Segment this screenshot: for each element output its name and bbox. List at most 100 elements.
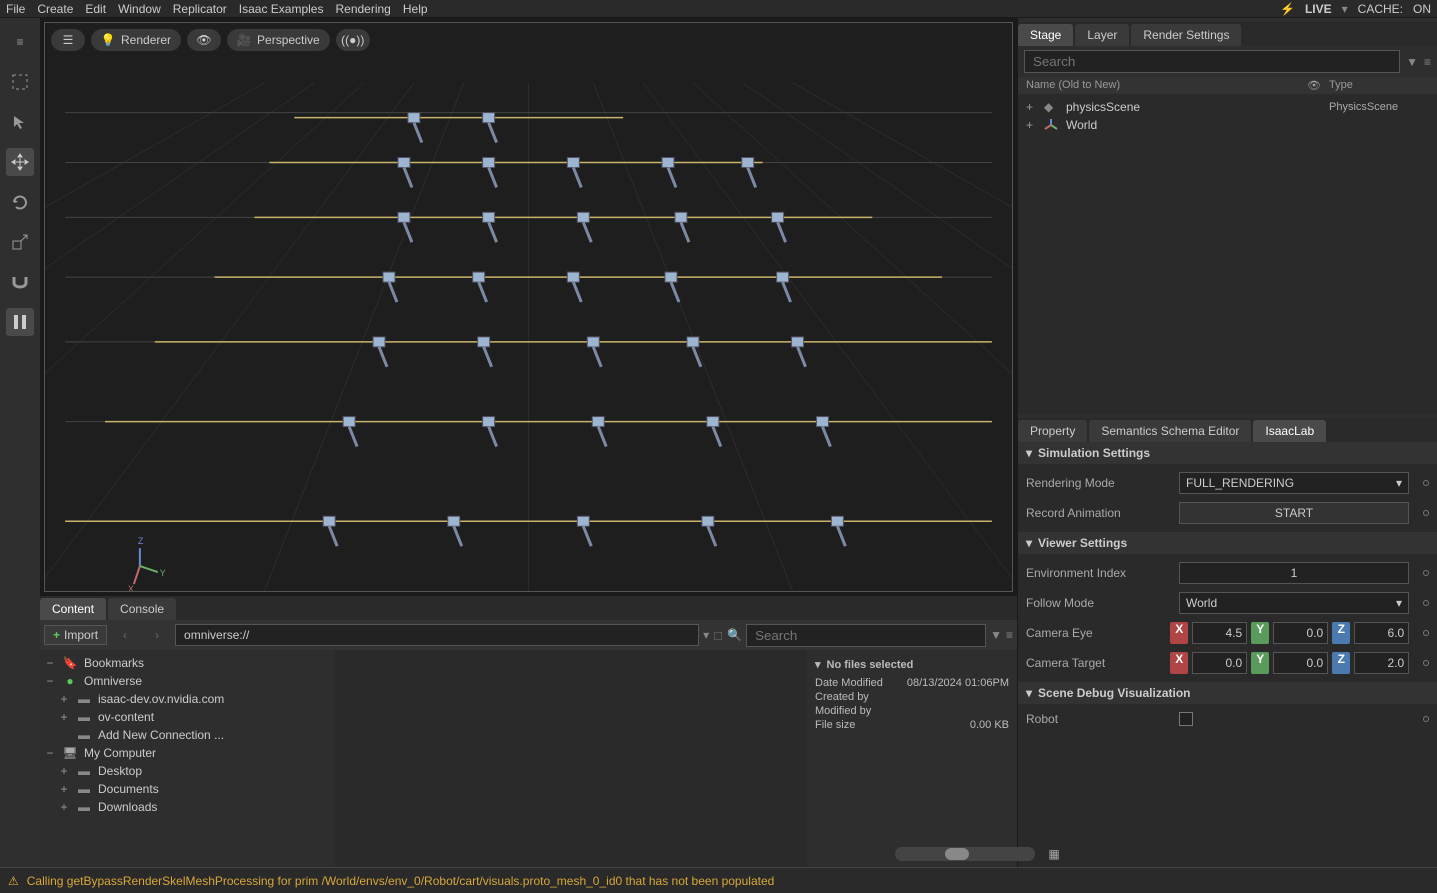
menu-file[interactable]: File [6,2,25,16]
content-tree: −🔖Bookmarks −●Omniverse +▬isaac-dev.ov.n… [40,650,335,867]
file-browser[interactable]: ▦ [335,650,807,867]
stage-search-input[interactable] [1024,50,1400,73]
stage-header: Name (Old to New) 👁 Type [1018,77,1437,94]
live-indicator[interactable]: LIVE [1305,2,1332,16]
menu-create[interactable]: Create [37,2,73,16]
menu-rendering[interactable]: Rendering [335,2,390,16]
camera-eye-x[interactable]: 4.5 [1192,622,1247,644]
path-chevron-icon[interactable]: ▾ [703,628,709,642]
tab-render-settings[interactable]: Render Settings [1131,24,1241,46]
thumbnail-size-slider[interactable] [895,847,1035,861]
snap-tool[interactable] [6,268,34,296]
prim-icon: ◆ [1044,100,1060,114]
nav-forward-button[interactable]: › [143,621,171,649]
right-top-tabs: Stage Layer Render Settings [1018,22,1437,46]
tree-my-computer[interactable]: −🖥My Computer [40,744,335,762]
content-search-input[interactable] [746,624,986,647]
add-drive-icon: ▬ [76,728,92,742]
search-icon: 🔍 [727,628,742,642]
wave-button[interactable]: ((●)) [336,29,370,51]
camera-target-x[interactable]: 0.0 [1192,652,1247,674]
tab-content[interactable]: Content [40,598,106,620]
section-viewer-settings[interactable]: ▾Viewer Settings [1018,532,1437,554]
eye-column-icon: 👁 [1299,79,1329,92]
eye-button[interactable]: 👁 [187,29,221,51]
hamburger-tool[interactable]: ≡ [6,28,34,56]
tab-layer[interactable]: Layer [1075,24,1129,46]
robot-checkbox[interactable] [1179,712,1193,726]
tree-add-connection[interactable]: ▬Add New Connection ... [40,726,335,744]
tree-omniverse[interactable]: −●Omniverse [40,672,335,690]
reset-dot[interactable] [1423,660,1429,666]
stage-row-physicsscene[interactable]: +◆ physicsScenePhysicsScene [1022,98,1433,116]
viewport-settings-button[interactable]: ☰ [51,29,85,51]
wave-icon: ((●)) [346,33,360,47]
env-index-label: Environment Index [1026,566,1171,580]
move-tool[interactable] [6,148,34,176]
menu-replicator[interactable]: Replicator [173,2,227,16]
content-toolbar: +Import ‹ › ▾ ◻ 🔍 ▼ ≡ [40,620,1017,650]
menu-isaac-examples[interactable]: Isaac Examples [239,2,324,16]
cache-value[interactable]: ON [1413,2,1431,16]
renderer-button[interactable]: 💡Renderer [91,29,181,51]
options-icon[interactable]: ≡ [1006,628,1013,642]
tree-desktop[interactable]: +▬Desktop [40,762,335,780]
camera-eye-label: Camera Eye [1026,626,1162,640]
filter-icon[interactable]: ▼ [990,628,1002,642]
tab-console[interactable]: Console [108,598,176,620]
rotate-tool[interactable] [6,188,34,216]
camera-target-z[interactable]: 2.0 [1354,652,1409,674]
stage-filter-icon[interactable]: ▼ [1406,55,1418,69]
frame-tool[interactable] [6,68,34,96]
bookmark-icon: 🔖 [62,656,78,670]
section-scene-debug[interactable]: ▾Scene Debug Visualization [1018,682,1437,704]
live-chevron-icon[interactable]: ▾ [1342,2,1348,16]
reset-dot[interactable] [1423,480,1429,486]
select-tool[interactable] [6,108,34,136]
tree-ov-content[interactable]: +▬ov-content [40,708,335,726]
tab-property[interactable]: Property [1018,420,1087,442]
monitor-icon: 🖥 [62,746,78,760]
camera-target-y[interactable]: 0.0 [1273,652,1328,674]
perspective-label: Perspective [257,33,320,47]
bookmark-icon[interactable]: ◻ [713,628,723,642]
section-simulation-settings[interactable]: ▾Simulation Settings [1018,442,1437,464]
perspective-button[interactable]: 🎥Perspective [227,29,330,51]
tree-bookmarks[interactable]: −🔖Bookmarks [40,654,335,672]
env-index-field[interactable]: 1 [1179,562,1409,584]
record-start-button[interactable]: START [1179,502,1409,524]
grid-floor: Z Y X [45,23,1012,591]
path-input[interactable] [175,624,699,646]
nav-back-button[interactable]: ‹ [111,621,139,649]
import-button[interactable]: +Import [44,625,107,645]
tree-documents[interactable]: +▬Documents [40,780,335,798]
tab-isaaclab[interactable]: IsaacLab [1253,420,1326,442]
menu-help[interactable]: Help [403,2,428,16]
menu-edit[interactable]: Edit [85,2,106,16]
chevron-down-icon: ▾ [1026,686,1032,700]
tab-stage[interactable]: Stage [1018,24,1073,46]
stage-row-world[interactable]: + World [1022,116,1433,134]
reset-dot[interactable] [1423,510,1429,516]
viewport[interactable]: ☰ 💡Renderer 👁 🎥Perspective ((●)) [44,22,1013,592]
grid-view-icon[interactable]: ▦ [1045,845,1063,863]
tree-isaac-dev[interactable]: +▬isaac-dev.ov.nvidia.com [40,690,335,708]
menu-window[interactable]: Window [118,2,161,16]
rendering-mode-dropdown[interactable]: FULL_RENDERING▾ [1179,472,1409,494]
pause-tool[interactable] [6,308,34,336]
camera-eye-y[interactable]: 0.0 [1273,622,1328,644]
reset-dot[interactable] [1423,716,1429,722]
reset-dot[interactable] [1423,570,1429,576]
file-detail-panel: ▾No files selected Date Modified08/13/20… [807,650,1017,867]
reset-dot[interactable] [1423,630,1429,636]
plus-icon: + [53,628,60,642]
chevron-down-icon[interactable]: ▾ [815,658,821,671]
tree-downloads[interactable]: +▬Downloads [40,798,335,816]
camera-eye-z[interactable]: 6.0 [1354,622,1409,644]
follow-mode-dropdown[interactable]: World▾ [1179,592,1409,614]
reset-dot[interactable] [1423,600,1429,606]
scale-tool[interactable] [6,228,34,256]
stage-options-icon[interactable]: ≡ [1424,55,1431,69]
tab-semantics[interactable]: Semantics Schema Editor [1089,420,1251,442]
cloud-icon: ● [62,674,78,688]
